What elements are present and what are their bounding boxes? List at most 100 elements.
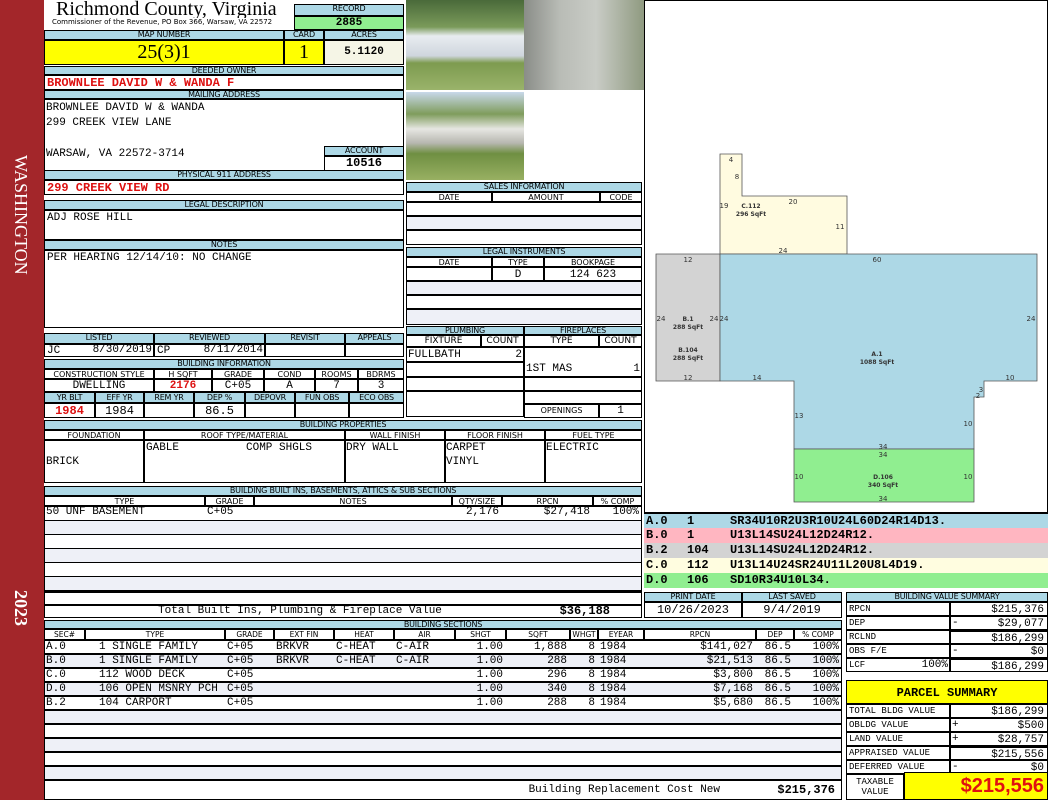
value-summary-sign	[952, 658, 966, 672]
map-number-label: MAP NUMBER	[44, 30, 284, 40]
property-photo-shed[interactable]	[524, 0, 644, 90]
sketch-dimension: 14	[753, 374, 762, 382]
sketch-dimension: 10	[1006, 374, 1015, 382]
building-info-value: 2176	[154, 379, 212, 392]
notes-label: NOTES	[44, 240, 404, 250]
building-sketch: 4819 201124601224 24 24 2412 14 10321310343410…	[644, 0, 1048, 513]
sketch-dimension: 8	[735, 173, 739, 181]
sketch-legend-row[interactable]: A.0 1 SR34U10R2U3R10U24L60D24R14D13.	[644, 513, 1048, 528]
mailing-line-1: BROWNLEE DAVID W & WANDA	[46, 102, 205, 114]
properties-col: FUEL TYPE	[545, 430, 642, 440]
sketch-legend-row[interactable]: C.0 112 U13L14U24SR24U11L20U8L4D19.	[644, 558, 1048, 573]
building-info-col: COND	[264, 369, 315, 379]
section-cell: 100%	[812, 641, 839, 653]
builtins-col: NOTES	[254, 496, 452, 506]
sketch-area-sqft: 288 SqFt	[673, 324, 703, 331]
openings-label: OPENINGS	[524, 404, 599, 418]
print-date-value: 10/26/2023	[644, 602, 742, 618]
section-cell	[394, 668, 455, 682]
floor-finish-1: CARPET	[446, 442, 486, 454]
builtins-value: C+05	[207, 506, 234, 518]
sales-col: AMOUNT	[492, 192, 600, 202]
sections-row[interactable]	[44, 710, 842, 724]
properties-col: FLOOR FINISH	[445, 430, 545, 440]
builtins-total-value: $36,188	[559, 605, 610, 618]
section-cell: 1984	[600, 641, 627, 653]
sketch-legend-code: 1	[687, 528, 695, 542]
sketch-legend-row[interactable]: D.0 106 SD10R34U10L34.	[644, 573, 1048, 588]
account-value: 10516	[324, 156, 404, 171]
sketch-area-sqft: 340 SqFt	[868, 482, 898, 489]
plumbing-count: 2	[515, 349, 522, 361]
sections-col: SEC#	[44, 629, 85, 640]
builtins-col: TYPE	[44, 496, 205, 506]
deeded-owner-value: BROWNLEE DAVID W & WANDA F	[44, 75, 404, 90]
section-cell: A.0	[46, 641, 66, 653]
plumbing-fireplace-col: FIXTURE	[406, 335, 481, 347]
plumbing-fireplace-col: TYPE	[524, 335, 599, 347]
section-cell: 8	[588, 697, 595, 709]
building-info-value: 86.5	[194, 403, 245, 418]
last-saved-label: LAST SAVED	[742, 592, 842, 602]
section-cell: 1.00	[476, 655, 503, 667]
sales-col: CODE	[600, 192, 642, 202]
builtins-col: QTY/SIZE	[452, 496, 502, 506]
mailing-line-3: WARSAW, VA 22572-3714	[46, 148, 185, 160]
properties-col: ROOF TYPE/MATERIAL	[144, 430, 345, 440]
value-summary-extra: 100%	[921, 659, 948, 671]
divider	[524, 390, 642, 392]
building-info-col: YR BLT	[44, 392, 95, 403]
sections-col: SHGT	[455, 629, 506, 640]
value-summary-sign	[952, 602, 966, 616]
value-summary-sign: -	[952, 645, 959, 657]
section-cell: 1 SINGLE FAMILY	[99, 655, 199, 667]
district-name: WASHINGTON	[11, 155, 31, 275]
value-summary-extra	[880, 602, 948, 616]
property-photo-front[interactable]	[406, 0, 524, 90]
sketch-legend-code: 104	[687, 543, 709, 557]
section-cell: BRKVR	[276, 655, 310, 667]
sketch-dimension: 4	[729, 156, 734, 164]
section-cell: C+05	[227, 669, 254, 681]
section-cell	[394, 696, 455, 710]
listing-col: APPEALS	[345, 333, 404, 344]
sections-row[interactable]	[44, 752, 842, 766]
district-strip: WASHINGTON 2023	[0, 0, 44, 800]
property-photo-house[interactable]	[406, 92, 524, 180]
section-cell: C+05	[227, 655, 254, 667]
sections-col: AIR	[394, 629, 455, 640]
section-cell: 1.00	[476, 669, 503, 681]
section-cell: 100%	[812, 683, 839, 695]
section-cell: 288	[547, 697, 567, 709]
wall-finish-value: DRY WALL	[346, 442, 399, 454]
sketch-legend-row[interactable]: B.2 104 U13L14SU24L12D24R12.	[644, 543, 1048, 558]
sketch-area-sqft: 1088 SqFt	[860, 359, 895, 366]
sketch-legend-row[interactable]: B.0 1 U13L14SU24L12D24R12.	[644, 528, 1048, 543]
appeals-value	[345, 344, 404, 357]
fireplace-type: 1ST MAS	[526, 363, 573, 375]
sections-row[interactable]	[44, 766, 842, 780]
sections-row[interactable]	[44, 724, 842, 738]
sections-row[interactable]	[44, 738, 842, 752]
value-summary-label: BUILDING VALUE SUMMARY	[846, 592, 1048, 602]
divider	[406, 390, 524, 392]
building-sections-label: BUILDING SECTIONS	[44, 620, 842, 629]
acres-value: 5.1120	[324, 40, 404, 65]
section-cell: 1984	[600, 697, 627, 709]
builtins-col: GRADE	[205, 496, 254, 506]
notes-value[interactable]: PER HEARING 12/14/10: NO CHANGE	[44, 250, 404, 328]
sketch-legend-sec: A.0	[646, 514, 668, 528]
section-cell: $7,168	[713, 683, 753, 695]
sketch-legend-sec: C.0	[646, 558, 668, 572]
instruments-row	[406, 281, 642, 295]
section-cell: 340	[547, 683, 567, 695]
sketch-legend-code: 112	[687, 558, 709, 572]
acres-label: ACRES	[324, 30, 404, 40]
section-cell: C.0	[46, 669, 66, 681]
value-summary-extra	[880, 644, 948, 658]
section-cell: 86.5	[764, 655, 791, 667]
physical-address-label: PHYSICAL 911 ADDRESS	[44, 170, 404, 180]
section-cell: C-HEAT	[336, 655, 376, 667]
sketch-dimension: 20	[789, 198, 798, 206]
section-cell: 100%	[812, 669, 839, 681]
